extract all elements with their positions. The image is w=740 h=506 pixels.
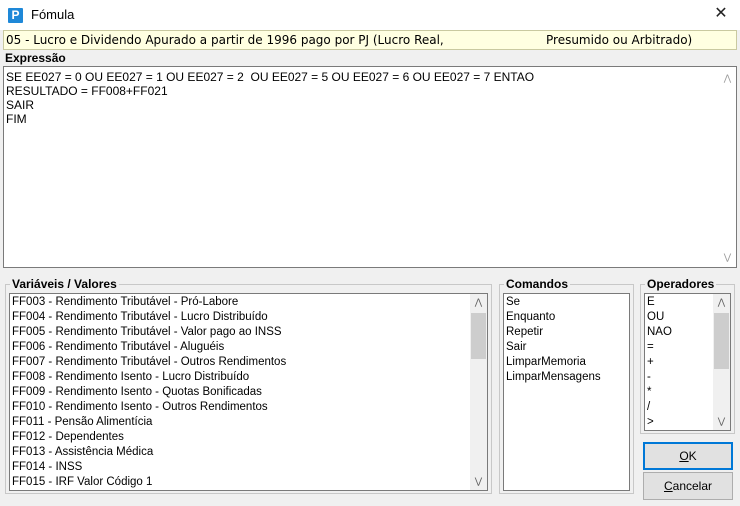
app-logo-icon: P <box>8 8 23 23</box>
variables-scrollbar[interactable]: ⋀ ⋁ <box>470 294 487 490</box>
formula-description: 05 - Lucro e Dividendo Apurado a partir … <box>3 30 737 50</box>
operator-item[interactable]: - <box>647 370 672 385</box>
variable-item[interactable]: FF005 - Rendimento Tributável - Valor pa… <box>12 325 286 340</box>
variable-item[interactable]: FF012 - Dependentes <box>12 430 286 445</box>
ok-button-label: OK <box>679 449 697 463</box>
operator-item[interactable]: * <box>647 385 672 400</box>
close-button[interactable]: ✕ <box>702 0 740 30</box>
operator-item[interactable]: = <box>647 340 672 355</box>
expression-label: Expressão <box>5 51 66 65</box>
operator-item[interactable]: NAO <box>647 325 672 340</box>
command-item[interactable]: LimparMensagens <box>506 370 601 385</box>
scroll-down-icon[interactable]: ⋁ <box>713 413 730 430</box>
commands-list[interactable]: Se Enquanto Repetir Sair LimparMemoria Limpar… <box>503 293 630 491</box>
variable-item[interactable]: FF006 - Rendimento Tributável - Aluguéis <box>12 340 286 355</box>
operators-scrollbar[interactable]: ⋀ ⋁ <box>713 294 730 430</box>
cancel-button[interactable]: Cancelar <box>643 472 733 500</box>
operators-list[interactable]: E OU NAO = + - * / > ⋀ ⋁ <box>644 293 731 431</box>
expression-line: RESULTADO = FF008+FF021 <box>6 84 168 98</box>
command-item[interactable]: Repetir <box>506 325 601 340</box>
command-item[interactable]: Enquanto <box>506 310 601 325</box>
variable-item[interactable]: FF004 - Rendimento Tributável - Lucro Di… <box>12 310 286 325</box>
operator-item[interactable]: OU <box>647 310 672 325</box>
operators-group: Operadores E OU NAO = + - * / > ⋀ ⋁ <box>640 277 735 434</box>
command-item[interactable]: LimparMemoria <box>506 355 601 370</box>
variable-item[interactable]: FF014 - INSS <box>12 460 286 475</box>
commands-label: Comandos <box>504 277 571 291</box>
variable-item[interactable]: FF007 - Rendimento Tributável - Outros R… <box>12 355 286 370</box>
variables-group: Variáveis / Valores FF003 - Rendimento T… <box>5 277 492 494</box>
scroll-thumb[interactable] <box>714 313 729 369</box>
variable-item[interactable]: FF008 - Rendimento Isento - Lucro Distri… <box>12 370 286 385</box>
scroll-up-icon[interactable]: ⋀ <box>713 294 730 311</box>
scroll-down-icon[interactable]: ⋁ <box>719 252 736 263</box>
scroll-thumb[interactable] <box>471 313 486 359</box>
expression-line: SAIR <box>6 98 35 112</box>
window-title: Fómula <box>31 7 75 22</box>
expression-scrollbar[interactable]: ⋀ ⋁ <box>719 67 736 267</box>
variable-item[interactable]: FF013 - Assistência Médica <box>12 445 286 460</box>
scroll-up-icon[interactable]: ⋀ <box>470 294 487 311</box>
formula-description-right: Presumido ou Arbitrado) <box>546 33 693 47</box>
variables-label: Variáveis / Valores <box>10 277 119 291</box>
expression-line: SE EE027 = 0 OU EE027 = 1 OU EE027 = 2 O… <box>6 70 535 84</box>
operator-item[interactable]: / <box>647 400 672 415</box>
variable-item[interactable]: FF011 - Pensão Alimentícia <box>12 415 286 430</box>
formula-description-left: 05 - Lucro e Dividendo Apurado a partir … <box>6 33 444 47</box>
ok-button[interactable]: OK <box>643 442 733 470</box>
variable-item[interactable]: FF003 - Rendimento Tributável - Pró-Labo… <box>12 295 286 310</box>
variable-item[interactable]: FF010 - Rendimento Isento - Outros Rendi… <box>12 400 286 415</box>
scroll-down-icon[interactable]: ⋁ <box>470 473 487 490</box>
expression-editor[interactable]: SE EE027 = 0 OU EE027 = 1 OU EE027 = 2 O… <box>3 66 737 268</box>
command-item[interactable]: Se <box>506 295 601 310</box>
expression-text[interactable]: SE EE027 = 0 OU EE027 = 1 OU EE027 = 2 O… <box>6 70 534 126</box>
variables-list[interactable]: FF003 - Rendimento Tributável - Pró-Labo… <box>9 293 488 491</box>
variable-item[interactable]: FF009 - Rendimento Isento - Quotas Bonif… <box>12 385 286 400</box>
operator-item[interactable]: E <box>647 295 672 310</box>
title-bar: P Fómula ✕ <box>0 0 740 30</box>
variable-item[interactable]: FF015 - IRF Valor Código 1 <box>12 475 286 490</box>
operators-label: Operadores <box>645 277 717 291</box>
expression-line: FIM <box>6 112 27 126</box>
command-item[interactable]: Sair <box>506 340 601 355</box>
operator-item[interactable]: + <box>647 355 672 370</box>
commands-group: Comandos Se Enquanto Repetir Sair LimparMemo… <box>499 277 634 494</box>
scroll-up-icon[interactable]: ⋀ <box>719 73 736 84</box>
operator-item[interactable]: > <box>647 415 672 430</box>
cancel-button-label: Cancelar <box>663 479 713 493</box>
